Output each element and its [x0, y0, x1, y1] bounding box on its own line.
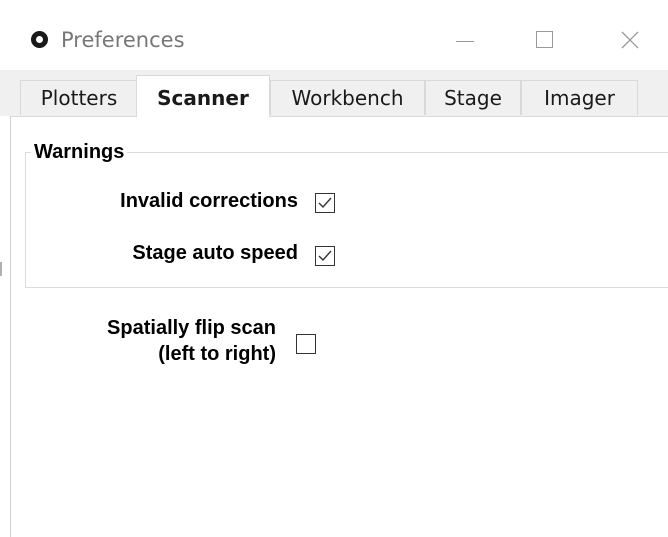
tab-workbench[interactable]: Workbench — [270, 80, 425, 115]
tab-stage[interactable]: Stage — [425, 80, 521, 115]
maximize-button[interactable] — [517, 14, 573, 62]
warnings-group — [25, 152, 668, 288]
flip-scan-label-line2: (left to right) — [158, 343, 276, 365]
stage-auto-speed-label: Stage auto speed — [132, 242, 298, 264]
tab-baseline — [10, 116, 668, 117]
close-icon — [621, 31, 639, 49]
close-button[interactable] — [597, 14, 653, 62]
checkmark-icon — [318, 197, 332, 209]
title-bar: Preferences — [0, 0, 668, 70]
invalid-corrections-label: Invalid corrections — [120, 190, 298, 212]
app-ring-icon — [31, 31, 48, 48]
minimize-button[interactable] — [437, 14, 493, 62]
invalid-corrections-checkbox[interactable] — [315, 193, 335, 213]
flip-scan-label-line1: Spatially flip scan — [107, 317, 276, 339]
checkmark-icon — [318, 250, 332, 262]
minimize-icon — [456, 41, 474, 42]
flip-scan-checkbox[interactable] — [296, 334, 316, 354]
stage-auto-speed-checkbox[interactable] — [315, 246, 335, 266]
splitter-handle — [0, 262, 2, 276]
warnings-legend: Warnings — [31, 141, 128, 164]
window-title: Preferences — [61, 28, 185, 52]
pane-border — [10, 116, 11, 537]
tab-plotters[interactable]: Plotters — [20, 80, 138, 115]
tab-imager[interactable]: Imager — [521, 80, 638, 115]
maximize-icon — [536, 31, 553, 48]
tab-scanner[interactable]: Scanner — [136, 75, 270, 117]
